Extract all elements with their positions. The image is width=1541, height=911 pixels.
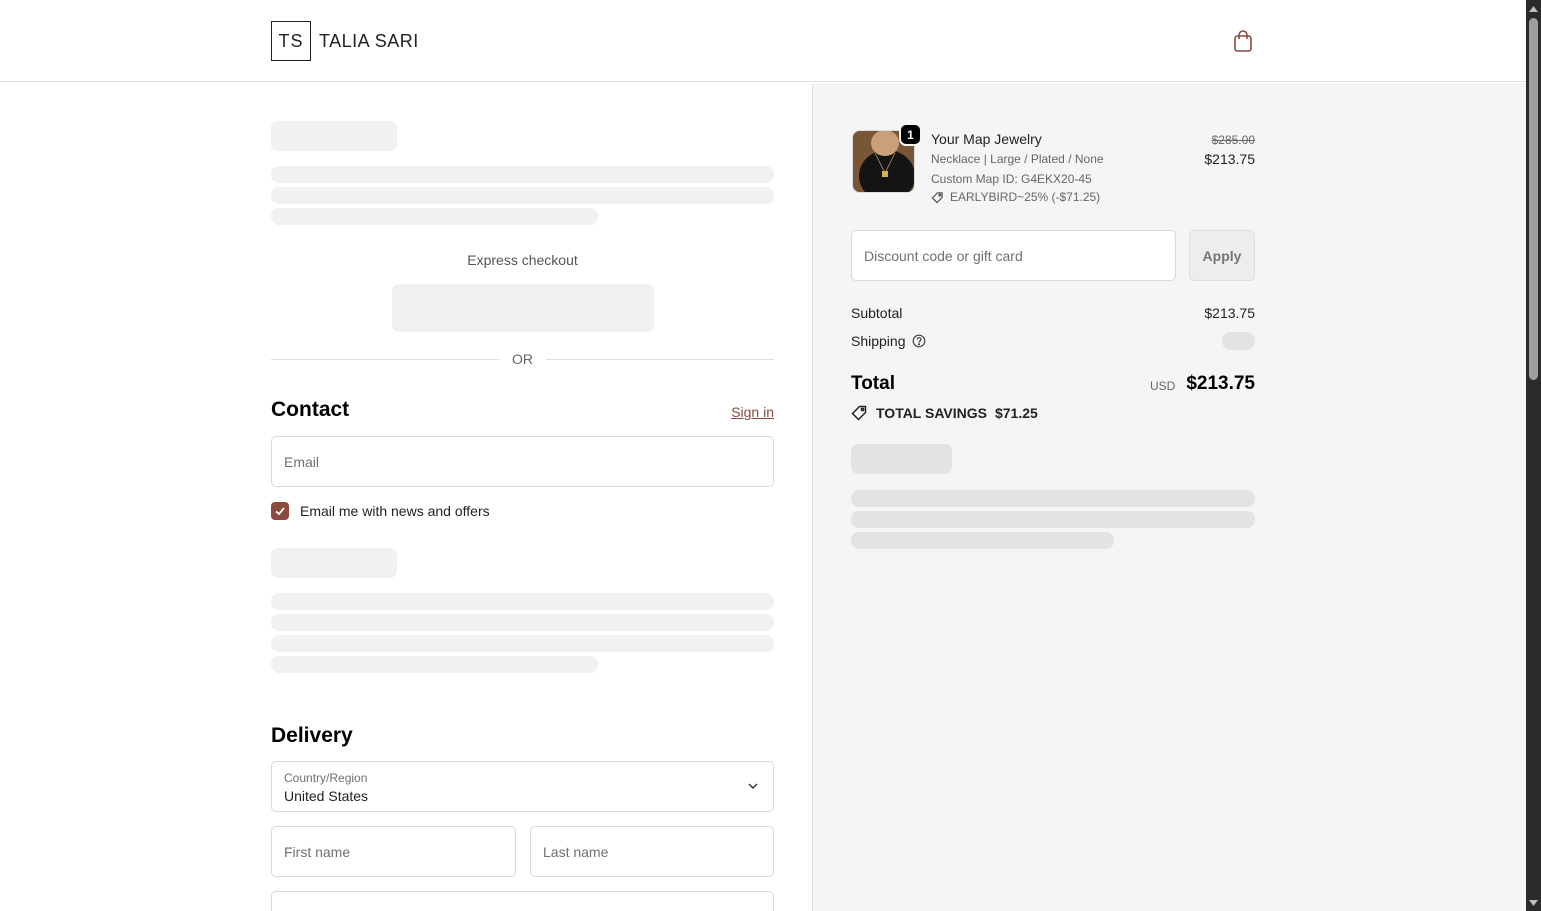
total-currency: USD — [1150, 379, 1176, 393]
country-select[interactable]: Country/Region United States — [271, 761, 774, 812]
newsletter-checkbox[interactable] — [271, 502, 289, 520]
product-discount: EARLYBIRD~25% (-$71.25) — [931, 190, 1100, 204]
divider-line — [546, 359, 774, 360]
skeleton-line — [271, 187, 774, 204]
skeleton-line — [271, 208, 598, 225]
brand-logo[interactable]: TS TALIA SARI — [271, 21, 419, 61]
delivery-title: Delivery — [271, 724, 353, 747]
first-name-field[interactable] — [272, 827, 515, 876]
site-header: TS TALIA SARI — [0, 0, 1526, 82]
email-field[interactable] — [272, 437, 773, 486]
shipping-value-skeleton — [1222, 332, 1255, 350]
skeleton-line — [271, 656, 598, 673]
help-icon[interactable] — [912, 334, 926, 348]
triangle-up-icon — [1529, 5, 1538, 12]
skeleton-line — [271, 614, 774, 631]
skeleton-line — [851, 511, 1255, 528]
total-value: $213.75 — [1186, 373, 1255, 394]
brand-name: TALIA SARI — [319, 30, 419, 51]
shopping-bag-icon — [1234, 30, 1252, 52]
skeleton-heading — [851, 444, 952, 474]
discount-field-container — [851, 230, 1176, 281]
skeleton-heading — [271, 121, 397, 151]
skeleton-line — [271, 635, 774, 652]
checkmark-icon — [275, 507, 285, 516]
country-label: Country/Region — [284, 771, 368, 785]
savings-label: TOTAL SAVINGS — [876, 404, 987, 421]
product-name: Your Map Jewelry — [931, 131, 1042, 147]
cart-button[interactable] — [1230, 28, 1256, 54]
express-checkout-label: Express checkout — [467, 252, 578, 268]
product-custom-id: Custom Map ID: G4EKX20-45 — [931, 172, 1092, 186]
tag-icon — [931, 191, 943, 203]
product-variant: Necklace | Large / Plated / None — [931, 152, 1104, 166]
total-savings: TOTAL SAVINGS $71.25 — [851, 404, 1038, 421]
scroll-up-button[interactable] — [1526, 0, 1541, 17]
skeleton-line — [271, 593, 774, 610]
subtotal-value: $213.75 — [1204, 305, 1255, 321]
checkout-page: TS TALIA SARI Express checkout OR Contac… — [0, 0, 1541, 911]
total-label: Total — [851, 373, 895, 394]
skeleton-heading — [271, 548, 397, 578]
last-name-field[interactable] — [531, 827, 773, 876]
shipping-label: Shipping — [851, 333, 906, 349]
apply-discount-button[interactable]: Apply — [1189, 230, 1255, 281]
newsletter-option[interactable]: Email me with news and offers — [271, 502, 490, 520]
email-field-container — [271, 436, 774, 487]
chevron-down-icon — [748, 783, 758, 789]
next-field-partial[interactable] — [271, 891, 774, 911]
logo-mark: TS — [271, 21, 311, 61]
scroll-down-button[interactable] — [1526, 894, 1541, 911]
scrollbar-thumb[interactable] — [1529, 18, 1538, 380]
product-original-price: $285.00 — [1211, 133, 1255, 147]
shipping-row: Shipping — [851, 333, 926, 349]
product-price: $213.75 — [1204, 151, 1255, 167]
triangle-down-icon — [1529, 899, 1538, 906]
newsletter-label: Email me with news and offers — [300, 503, 490, 519]
last-name-field-container — [530, 826, 774, 877]
skeleton-line — [851, 532, 1114, 549]
skeleton-line — [851, 490, 1255, 507]
or-divider: OR — [271, 350, 774, 370]
subtotal-label: Subtotal — [851, 305, 903, 321]
tag-icon — [851, 405, 867, 421]
first-name-field-container — [271, 826, 516, 877]
quantity-badge: 1 — [899, 123, 922, 146]
sign-in-link[interactable]: Sign in — [700, 404, 774, 420]
discount-code-input[interactable] — [852, 231, 1175, 280]
express-checkout-button-placeholder[interactable] — [392, 284, 654, 332]
country-value: United States — [284, 788, 369, 804]
savings-value: $71.25 — [994, 404, 1038, 421]
contact-title: Contact — [271, 398, 350, 421]
skeleton-line — [271, 166, 774, 183]
product-discount-text: EARLYBIRD~25% (-$71.25) — [950, 190, 1101, 204]
